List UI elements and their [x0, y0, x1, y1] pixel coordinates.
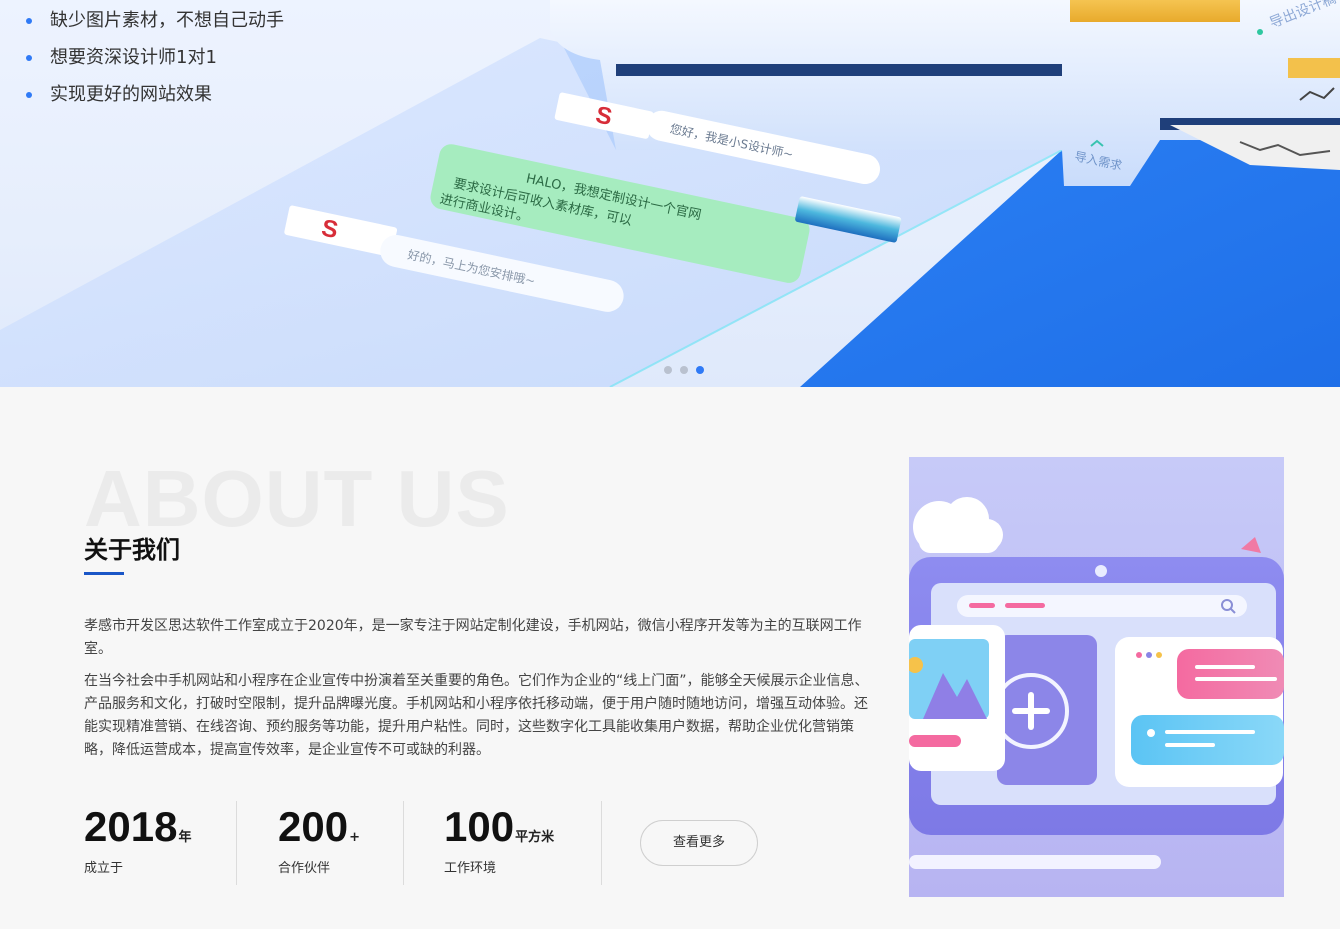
hero-bullet: 实现更好的网站效果	[24, 82, 284, 119]
stat-value: 200	[278, 803, 349, 850]
about-paragraph-2: 在当今社会中手机网站和小程序在企业宣传中扮演着至关重要的角色。它们作为企业的“线…	[84, 673, 869, 758]
stat-label: 工作环境	[444, 861, 497, 876]
stat-value: 2018	[84, 803, 178, 850]
stat-partners: 200+ 合作伙伴	[237, 801, 403, 885]
stats-row: 2018年 成立于 200+ 合作伙伴 100平方米 工作环境	[84, 801, 602, 885]
stat-label: 成立于	[84, 861, 124, 876]
stat-unit: +	[349, 830, 360, 845]
about-title: 关于我们	[84, 536, 180, 564]
pink-message-card	[1177, 649, 1284, 699]
title-underline	[84, 572, 124, 575]
about-description: 孝感市开发区思达软件工作室成立于2020年，是一家专注于网站定制化建设，手机网站…	[84, 615, 874, 771]
hero-bullet: 想要资深设计师1对1	[24, 45, 284, 82]
cyan-message-card	[1131, 715, 1284, 765]
stat-label: 合作伙伴	[278, 861, 331, 876]
about-section: ABOUT US 关于我们 孝感市开发区思达软件工作室成立于2020年，是一家专…	[0, 387, 1340, 929]
about-paragraph-1: 孝感市开发区思达软件工作室成立于2020年，是一家专注于网站定制化建设，手机网站…	[84, 618, 862, 657]
stat-divider	[601, 801, 602, 885]
view-more-button[interactable]: 查看更多	[640, 820, 758, 866]
search-bar	[957, 595, 1247, 617]
hero-banner: 导出设计稿 导入需求 S 您好，我是小S设计师~ HALO，我想定制设计一个官网…	[0, 0, 1340, 387]
stat-workspace: 100平方米 工作环境	[404, 801, 601, 885]
stat-value: 100	[444, 803, 515, 850]
stat-unit: 年	[178, 830, 192, 845]
carousel-dot-1[interactable]	[664, 366, 672, 374]
about-illustration	[909, 457, 1284, 897]
hero-bullet-list: 缺少图片素材，不想自己动手 想要资深设计师1对1 实现更好的网站效果	[24, 8, 284, 119]
about-watermark: ABOUT US	[84, 454, 510, 543]
carousel-dot-3[interactable]	[696, 366, 704, 374]
stat-unit: 平方米	[515, 830, 555, 845]
carousel-dot-2[interactable]	[680, 366, 688, 374]
carousel-dots	[664, 366, 704, 374]
stat-founded: 2018年 成立于	[84, 801, 236, 885]
hero-bullet: 缺少图片素材，不想自己动手	[24, 8, 284, 45]
